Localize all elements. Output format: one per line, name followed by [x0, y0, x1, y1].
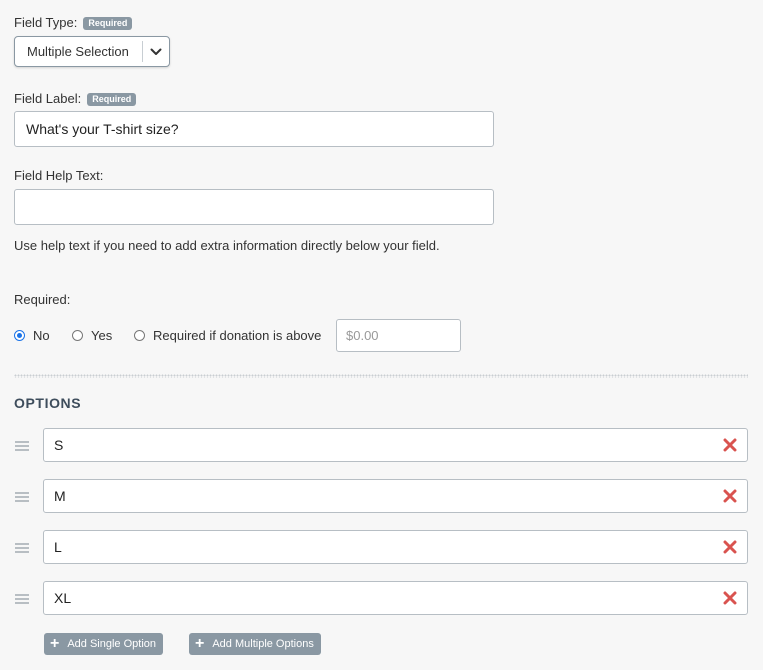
required-radio-yes[interactable]: Yes	[72, 328, 112, 343]
field-type-label: Field Type: Required	[14, 15, 133, 30]
remove-option-icon[interactable]	[713, 591, 747, 605]
field-label-label: Field Label: Required	[14, 91, 137, 106]
radio-no[interactable]	[14, 330, 25, 341]
section-divider	[14, 374, 748, 378]
radio-above[interactable]	[134, 330, 145, 341]
remove-option-icon[interactable]	[713, 540, 747, 554]
add-single-option-label: Add Single Option	[67, 638, 157, 650]
remove-option-icon[interactable]	[713, 438, 747, 452]
option-row[interactable]: S	[43, 428, 748, 462]
option-value: L	[54, 539, 62, 555]
option-value: M	[54, 488, 66, 504]
radio-yes-label: Yes	[91, 328, 113, 343]
field-label-input-value: What's your T-shirt size?	[26, 121, 179, 137]
add-multiple-options-button[interactable]: + Add Multiple Options	[189, 633, 321, 655]
field-help-input[interactable]	[14, 189, 494, 225]
option-row[interactable]: XL	[43, 581, 748, 615]
drag-handle-icon[interactable]	[15, 492, 29, 502]
donation-amount-placeholder: $0.00	[346, 328, 379, 343]
radio-yes[interactable]	[72, 330, 83, 341]
field-help-label: Field Help Text:	[14, 168, 104, 183]
field-help-hint: Use help text if you need to add extra i…	[14, 238, 440, 253]
field-type-value: Multiple Selection	[27, 44, 129, 59]
add-multiple-options-label: Add Multiple Options	[212, 638, 314, 650]
chevron-down-icon[interactable]	[143, 48, 169, 56]
option-row[interactable]: L	[43, 530, 748, 564]
option-value: S	[54, 437, 64, 453]
remove-option-icon[interactable]	[713, 489, 747, 503]
radio-no-label: No	[33, 328, 50, 343]
field-type-select[interactable]: Multiple Selection	[14, 36, 170, 67]
option-row[interactable]: M	[43, 479, 748, 513]
required-radio-above[interactable]: Required if donation is above	[134, 328, 321, 343]
options-title: OPTIONS	[14, 395, 82, 411]
required-radio-no[interactable]: No	[14, 328, 50, 343]
required-badge: Required	[87, 93, 137, 106]
drag-handle-icon[interactable]	[15, 543, 29, 553]
plus-icon: +	[195, 635, 205, 652]
field-label-input[interactable]: What's your T-shirt size?	[14, 111, 494, 147]
field-label-label-text: Field Label:	[14, 91, 82, 106]
option-value: XL	[54, 590, 72, 606]
required-badge: Required	[83, 17, 133, 30]
required-label: Required:	[14, 292, 71, 307]
add-single-option-button[interactable]: + Add Single Option	[44, 633, 164, 655]
field-type-label-text: Field Type:	[14, 15, 78, 30]
radio-above-label: Required if donation is above	[153, 328, 322, 343]
drag-handle-icon[interactable]	[15, 441, 29, 451]
donation-amount-input[interactable]: $0.00	[336, 319, 461, 352]
plus-icon: +	[50, 635, 60, 652]
drag-handle-icon[interactable]	[15, 594, 29, 604]
